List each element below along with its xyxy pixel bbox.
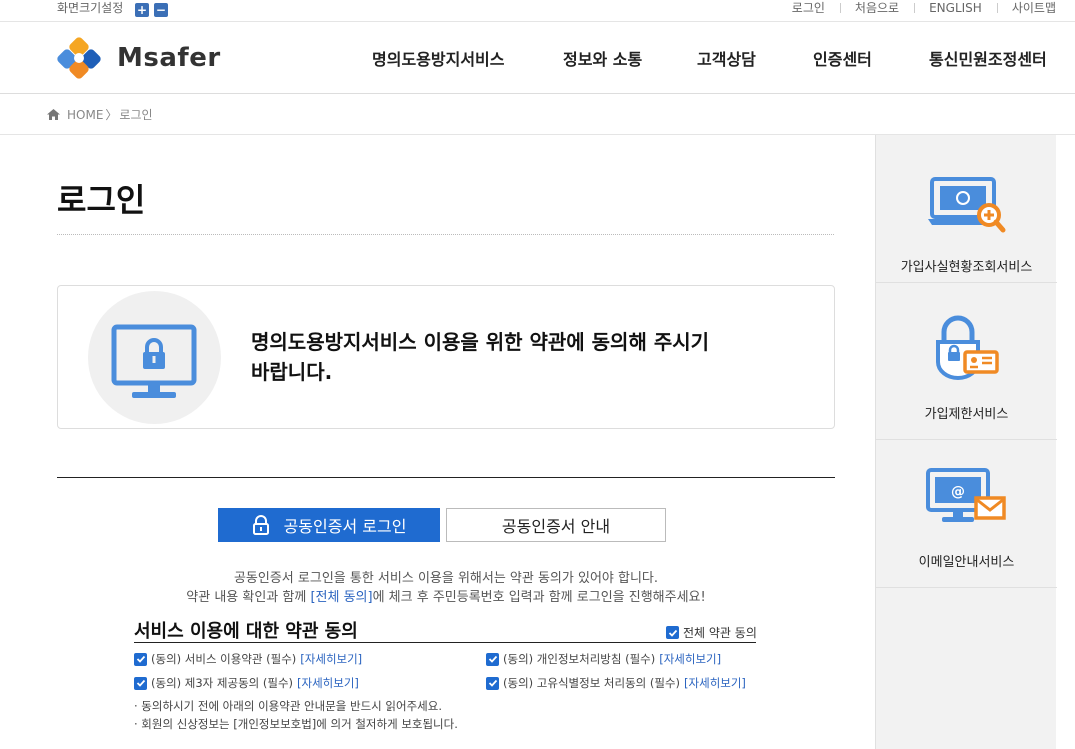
english-link[interactable]: ENGLISH bbox=[914, 0, 997, 16]
sitemap-link[interactable]: 사이트맵 bbox=[996, 0, 1056, 16]
tab-certificate-login-label: 공동인증서 로그인 bbox=[283, 517, 407, 536]
term-details-link[interactable]: [자세히보기] bbox=[300, 651, 362, 667]
logo[interactable]: Msafer bbox=[57, 37, 221, 79]
checkbox-checked-icon[interactable] bbox=[134, 652, 147, 666]
utility-bar: 화면크기설정 + − 로그인 처음으로 ENGLISH 사이트맵 bbox=[0, 0, 1075, 22]
all-agree-checkbox[interactable]: 전체 약관 동의 bbox=[666, 624, 757, 641]
page-title: 로그인 bbox=[57, 181, 146, 219]
term-label: (동의) 서비스 이용약관 (필수) bbox=[151, 652, 297, 666]
laptop-search-icon bbox=[928, 177, 1006, 233]
notice-message: 명의도용방지서비스 이용을 위한 약관에 동의해 주시기 바랍니다. bbox=[251, 327, 811, 387]
home-link[interactable]: 처음으로 bbox=[839, 0, 914, 16]
breadcrumb-separator: 〉 bbox=[105, 108, 118, 122]
term-details-link[interactable]: [자세히보기] bbox=[659, 651, 721, 667]
quick-menu-sidebar: 가입사실현황조회서비스 가입제한서비스 @ 이메일안내서비스 bbox=[875, 135, 1057, 749]
notice-box: 명의도용방지서비스 이용을 위한 약관에 동의해 주시기 바랍니다. bbox=[57, 285, 835, 429]
guide-line-2-post: 에 체크 후 주민등록번호 입력과 함께 로그인을 진행해주세요! bbox=[372, 590, 706, 605]
nav-certificate-center[interactable]: 인증센터 bbox=[813, 46, 872, 70]
term-third-party[interactable]: (동의) 제3자 제공동의 (필수) [자세히보기] bbox=[134, 675, 359, 691]
font-size-setting: 화면크기설정 + − bbox=[57, 0, 168, 17]
checkbox-checked-icon[interactable] bbox=[134, 676, 147, 690]
nav-identity-protection[interactable]: 명의도용방지서비스 bbox=[372, 46, 504, 70]
term-label: (동의) 제3자 제공동의 (필수) bbox=[151, 676, 294, 690]
sidebar-item-subscription-lookup[interactable]: 가입사실현황조회서비스 bbox=[876, 135, 1057, 283]
breadcrumb-home[interactable]: HOME bbox=[67, 108, 103, 122]
guide-line-1: 공동인증서 로그인을 통한 서비스 이용을 위해서는 약관 동의가 있어야 합니… bbox=[233, 571, 659, 586]
checkbox-checked-icon[interactable] bbox=[486, 652, 499, 666]
sidebar-item-subscription-restriction[interactable]: 가입제한서비스 bbox=[876, 292, 1057, 440]
lock-icon bbox=[252, 515, 270, 535]
all-agree-label: 전체 약관 동의 bbox=[683, 626, 757, 640]
checkbox-checked-icon[interactable] bbox=[666, 626, 679, 639]
terms-title: 서비스 이용에 대한 약관 동의 bbox=[134, 621, 358, 642]
term-unique-id[interactable]: (동의) 고유식별정보 처리동의 (필수) [자세히보기] bbox=[486, 675, 746, 691]
header: Msafer 명의도용방지서비스 정보와 소통 고객상담 인증센터 통신민원조정… bbox=[0, 22, 1075, 94]
terms-note-1: · 동의하시기 전에 아래의 이용약관 안내문을 반드시 읽어주세요. bbox=[134, 699, 442, 713]
notice-icon-circle bbox=[88, 291, 221, 424]
checkbox-checked-icon[interactable] bbox=[486, 676, 499, 690]
section-divider bbox=[57, 477, 835, 478]
nav-customer-support[interactable]: 고객상담 bbox=[697, 46, 756, 70]
sidebar-item-label: 가입제한서비스 bbox=[924, 407, 1009, 422]
term-details-link[interactable]: [자세히보기] bbox=[297, 675, 359, 691]
term-details-link[interactable]: [자세히보기] bbox=[684, 675, 746, 691]
tab-certificate-login[interactable]: 공동인증서 로그인 bbox=[218, 508, 440, 542]
sidebar-item-label: 가입사실현황조회서비스 bbox=[900, 260, 1033, 275]
guide-line-2-pre: 약관 내용 확인과 함께 bbox=[186, 590, 311, 605]
utility-links: 로그인 처음으로 ENGLISH 사이트맵 bbox=[777, 0, 1056, 16]
notice-line-2: 바랍니다. bbox=[251, 360, 333, 384]
svg-text:@: @ bbox=[951, 484, 965, 500]
home-icon[interactable] bbox=[47, 109, 60, 120]
logo-text: Msafer bbox=[117, 43, 221, 73]
msafer-logo-icon bbox=[57, 37, 101, 79]
terms-divider bbox=[134, 642, 756, 643]
breadcrumb: HOME 〉 로그인 bbox=[0, 94, 1075, 135]
sidebar-item-label: 이메일안내서비스 bbox=[918, 555, 1015, 570]
title-divider bbox=[57, 234, 834, 235]
terms-note-2: · 회원의 신상정보는 [개인정보보호법]에 의거 철저하게 보호됩니다. bbox=[134, 717, 458, 731]
monitor-email-icon: @ bbox=[926, 468, 1006, 522]
monitor-lock-icon bbox=[111, 324, 197, 398]
nav-complaint-center[interactable]: 통신민원조정센터 bbox=[929, 46, 1047, 70]
term-privacy-policy[interactable]: (동의) 개인정보처리방침 (필수) [자세히보기] bbox=[486, 651, 721, 667]
nav-info-communication[interactable]: 정보와 소통 bbox=[563, 46, 642, 70]
term-service-agreement[interactable]: (동의) 서비스 이용약관 (필수) [자세히보기] bbox=[134, 651, 362, 667]
sidebar-item-email-notice[interactable]: @ 이메일안내서비스 bbox=[876, 440, 1057, 588]
term-label: (동의) 고유식별정보 처리동의 (필수) bbox=[503, 676, 681, 690]
notice-line-1: 명의도용방지서비스 이용을 위한 약관에 동의해 주시기 bbox=[251, 330, 710, 354]
term-label: (동의) 개인정보처리방침 (필수) bbox=[503, 652, 656, 666]
login-link[interactable]: 로그인 bbox=[777, 0, 840, 16]
font-size-label: 화면크기설정 bbox=[57, 1, 124, 15]
tab-certificate-guide[interactable]: 공동인증서 안내 bbox=[446, 508, 666, 542]
guide-line-2: 약관 내용 확인과 함께 [전체 동의]에 체크 후 주민등록번호 입력과 함께… bbox=[57, 586, 835, 605]
guide-all-agree-highlight: [전체 동의] bbox=[310, 590, 373, 605]
lock-id-card-icon bbox=[936, 315, 999, 380]
zoom-out-button[interactable]: − bbox=[153, 3, 168, 17]
zoom-in-button[interactable]: + bbox=[135, 3, 150, 17]
breadcrumb-current: 로그인 bbox=[119, 108, 153, 122]
tab-certificate-guide-label: 공동인증서 안내 bbox=[501, 517, 611, 536]
